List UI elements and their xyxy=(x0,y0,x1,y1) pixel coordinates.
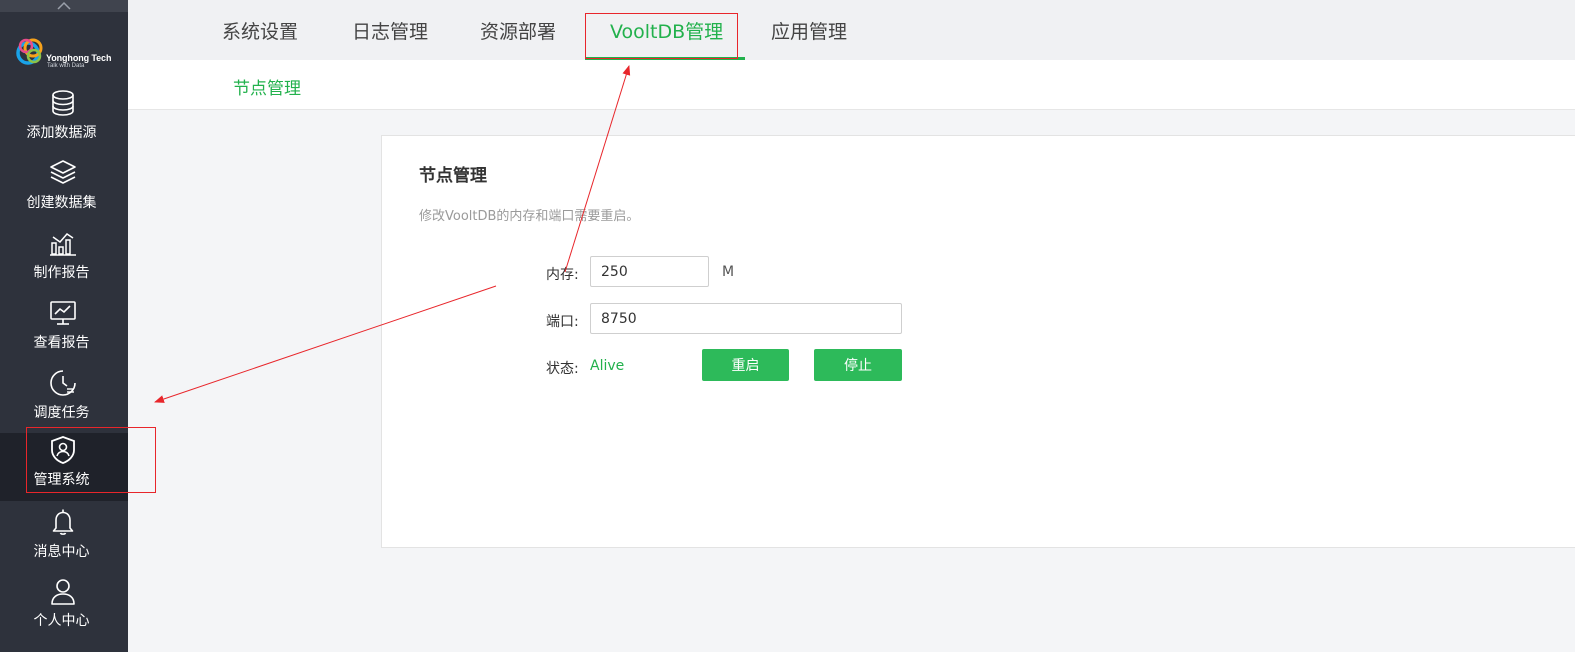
sidebar-item-add-datasource[interactable]: 添加数据源 xyxy=(0,86,128,154)
monitor-chart-icon xyxy=(50,301,76,325)
sidebar-item-label: 消息中心 xyxy=(33,544,90,560)
annotation-box-admin-system xyxy=(26,427,156,493)
clock-schedule-icon xyxy=(50,370,76,396)
memory-unit: M xyxy=(722,264,735,280)
status-label: 状态: xyxy=(546,361,579,377)
layers-icon xyxy=(50,160,76,184)
logo-name: Yonghong Tech xyxy=(46,53,112,63)
sidebar: Yonghong Tech Talk with Data 添加数据源 创建数据集 xyxy=(0,0,128,652)
panel-title: 节点管理 xyxy=(419,166,487,186)
tab-log-management[interactable]: 日志管理 xyxy=(352,17,428,44)
sidebar-item-label: 制作报告 xyxy=(33,265,90,281)
sidebar-item-label: 个人中心 xyxy=(33,613,90,629)
sidebar-item-label: 调度任务 xyxy=(33,405,90,421)
tab-app-management[interactable]: 应用管理 xyxy=(771,17,847,44)
sidebar-item-message-center[interactable]: 消息中心 xyxy=(0,505,128,573)
yonghong-logo: Yonghong Tech Talk with Data xyxy=(14,28,124,74)
port-label: 端口: xyxy=(546,314,579,330)
sidebar-item-label: 添加数据源 xyxy=(26,125,97,141)
sidebar-item-label: 创建数据集 xyxy=(26,195,97,211)
annotation-box-vooltdb-tab xyxy=(585,13,738,59)
memory-label: 内存: xyxy=(546,267,579,283)
sidebar-item-make-report[interactable]: 制作报告 xyxy=(0,226,128,294)
port-input[interactable] xyxy=(590,303,902,334)
node-management-panel: 节点管理 修改VooltDB的内存和端口需要重启。 内存: M 端口: 状态: … xyxy=(381,135,1575,548)
restart-button[interactable]: 重启 xyxy=(702,349,789,381)
subtab-node-management[interactable]: 节点管理 xyxy=(233,74,301,99)
sidebar-item-personal-center[interactable]: 个人中心 xyxy=(0,574,128,642)
bar-chart-icon xyxy=(50,233,76,256)
logo-tagline: Talk with Data xyxy=(47,63,85,69)
tab-resource-deploy[interactable]: 资源部署 xyxy=(480,17,556,44)
top-tab-bar: 系统设置 日志管理 资源部署 VooltDB管理 应用管理 xyxy=(128,0,1575,60)
database-icon xyxy=(52,90,74,116)
status-value: Alive xyxy=(590,358,625,374)
sidebar-item-schedule-task[interactable]: 调度任务 xyxy=(0,366,128,434)
logo-rings-icon xyxy=(16,38,43,65)
user-icon xyxy=(51,579,75,605)
tab-system-settings[interactable]: 系统设置 xyxy=(222,17,298,44)
sidebar-item-create-dataset[interactable]: 创建数据集 xyxy=(0,156,128,224)
bell-icon xyxy=(52,509,74,535)
memory-input[interactable] xyxy=(590,256,709,287)
sidebar-collapse-button[interactable] xyxy=(0,0,128,12)
panel-description: 修改VooltDB的内存和端口需要重启。 xyxy=(419,209,640,224)
chevron-up-icon xyxy=(57,1,71,10)
sub-tab-bar: 节点管理 xyxy=(128,60,1575,110)
stop-button[interactable]: 停止 xyxy=(814,349,902,381)
sidebar-item-label: 查看报告 xyxy=(33,335,90,351)
sidebar-item-view-report[interactable]: 查看报告 xyxy=(0,296,128,364)
